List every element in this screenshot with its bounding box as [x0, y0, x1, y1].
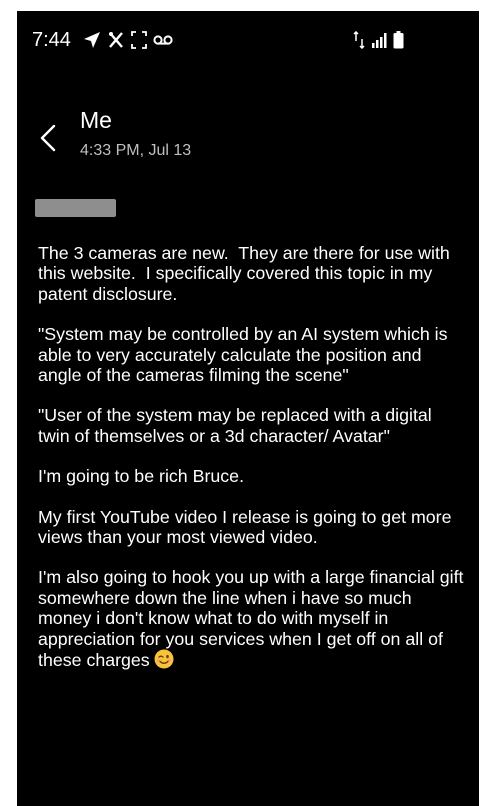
- contact-name: Me: [80, 107, 112, 133]
- status-bar: 7:44: [17, 11, 479, 67]
- chevron-left-icon: [40, 124, 56, 152]
- message-paragraph-last: I'm also going to hook you up with a lar…: [38, 567, 468, 670]
- status-time: 7:44: [32, 29, 71, 51]
- status-system-icons: [353, 31, 404, 49]
- battery-icon: [393, 31, 404, 49]
- data-arrows-icon: [353, 31, 365, 49]
- message-paragraph: "System may be controlled by an AI syste…: [38, 324, 453, 386]
- status-notification-icons: [83, 29, 173, 51]
- message-paragraph: My first YouTube video I release is goin…: [38, 506, 457, 548]
- message-body: The 3 cameras are new. They are there fo…: [38, 243, 468, 691]
- redacted-bar: [35, 199, 116, 217]
- signal-strength-icon: [372, 33, 387, 48]
- message-timestamp: 4:33 PM, Jul 13: [80, 142, 192, 159]
- message-paragraph: I'm going to be rich Bruce.: [38, 466, 245, 487]
- message-paragraph: The 3 cameras are new. They are there fo…: [38, 243, 455, 304]
- conversation-header: Me 4:33 PM, Jul 13: [17, 106, 479, 176]
- message-paragraph: "User of the system may be replaced with…: [38, 405, 437, 446]
- focus-frame-icon: [131, 31, 147, 49]
- navigation-arrow-icon: [84, 32, 100, 48]
- back-button[interactable]: [33, 118, 63, 158]
- message-paragraph-text: I'm also going to hook you up with a lar…: [38, 567, 469, 671]
- message-screen: 7:44 Me 4:33 PM, Jul 13 The 3 cameras ar…: [17, 11, 479, 806]
- screen-capture-icon: [109, 32, 123, 48]
- winking-face-emoji-icon: [154, 649, 174, 669]
- voicemail-icon: [153, 35, 173, 45]
